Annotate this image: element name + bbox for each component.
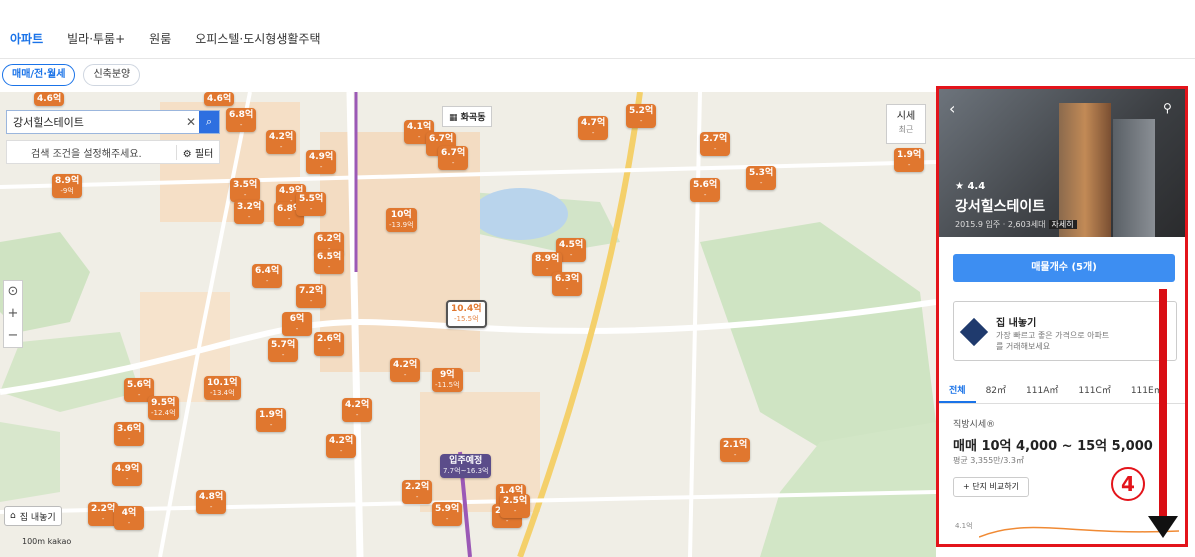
zoom-in-icon[interactable]: +	[8, 303, 19, 325]
search-input[interactable]: 강서힐스테이트	[7, 114, 183, 130]
complex-name: 강서힐스테이트	[955, 199, 1046, 215]
price-pin[interactable]: 5.2억 -	[626, 104, 657, 128]
rating: ★ 4.4	[955, 181, 986, 192]
price-pin[interactable]: 4.6억	[34, 92, 65, 106]
building-image	[1113, 119, 1155, 237]
area-size-tabs: 전체 82㎡ 111A㎡ 111C㎡ 111E㎡	[939, 379, 1185, 404]
price-pin[interactable]: 2.5억 -	[500, 494, 531, 518]
price-pin[interactable]: 4.2억 -	[266, 130, 297, 154]
sell-home-button[interactable]: ⌂ 집 내놓기	[4, 506, 62, 526]
price-pin[interactable]: 5.3억 -	[746, 166, 777, 190]
price-pin[interactable]: 4.6억	[204, 92, 235, 106]
house-icon	[959, 317, 989, 347]
sell-home-card[interactable]: 집 내놓기 가장 빠르고 좋은 가격으로 아파트를 거래해보세요	[953, 301, 1177, 361]
price-pin[interactable]: 7.2억 -	[296, 284, 327, 308]
building-image	[1059, 103, 1111, 237]
price-pin[interactable]: 4.2억 -	[342, 398, 373, 422]
price-pin[interactable]: 5.9억 -	[432, 502, 463, 526]
price-pin[interactable]: 2.6억-	[314, 332, 345, 356]
price-pin[interactable]: 10억 -13.9억	[386, 208, 417, 232]
price-pin[interactable]: 5.5억 -	[296, 192, 327, 216]
back-icon[interactable]: ‹	[949, 99, 955, 118]
map-scale: 100m kakao	[22, 537, 72, 546]
price-header: 직방시세®	[953, 420, 996, 430]
zoom-out-icon[interactable]: −	[8, 325, 19, 347]
tab-officetel[interactable]: 오피스텔·도시형생활주택	[195, 30, 320, 47]
price-pin[interactable]: 5.7억 -	[268, 338, 299, 362]
price-pin[interactable]: 4.7억 -	[578, 116, 609, 140]
price-pin[interactable]: 4.9억 -	[112, 462, 143, 486]
price-pin[interactable]: 3.6억 -	[114, 422, 145, 446]
search-box: 강서힐스테이트 ✕ ⌕	[6, 110, 220, 134]
search-icon[interactable]: ⌕	[199, 111, 219, 133]
price-pin[interactable]: 6.5억 -	[314, 250, 345, 274]
property-type-tabs: 아파트 빌라·투룸+ 원룸 오피스텔·도시형생활주택	[10, 30, 321, 47]
tab-82[interactable]: 82㎡	[976, 379, 1016, 403]
avg-price: 평균 3,355만/3.3㎡	[953, 456, 1024, 465]
price-pin[interactable]: 6.7억-	[438, 146, 469, 170]
price-pin[interactable]: 4.9억 -	[306, 150, 337, 174]
scroll-arrow	[1159, 289, 1167, 521]
chip-sale-rent[interactable]: 매매/전·월세	[2, 64, 76, 86]
price-pin[interactable]: 1.9억 -	[894, 148, 925, 172]
tab-oneroom[interactable]: 원룸	[149, 30, 171, 47]
deal-type-tabs: 매매/전·월세 신축분양	[2, 64, 141, 86]
compare-button[interactable]: + 단지 비교하기	[953, 477, 1029, 497]
tab-111c[interactable]: 111C㎡	[1068, 379, 1120, 403]
complex-meta: 2015.9 입주 · 2,603세대 자세히	[955, 219, 1077, 230]
detail-link[interactable]: 자세히	[1048, 220, 1077, 229]
price-pin[interactable]: 4.8억 -	[196, 490, 227, 514]
price-pin[interactable]: 2.7억 -	[700, 132, 731, 156]
price-pin[interactable]: 2.2억 -	[402, 480, 433, 504]
locate-icon[interactable]: ⊙	[8, 281, 19, 303]
filter-hint: 검색 조건을 설정해주세요.	[31, 148, 142, 160]
map-controls: ⊙ + −	[3, 280, 23, 348]
tab-apartment[interactable]: 아파트	[10, 30, 43, 47]
tab-111a[interactable]: 111A㎡	[1016, 379, 1068, 403]
chart-label: 4.1억	[955, 522, 973, 530]
filter-button[interactable]: ⚙ 필터	[176, 144, 219, 160]
price-pin[interactable]: 6.8억 -	[226, 108, 257, 132]
price-pin[interactable]: 4.2억 -	[390, 358, 421, 382]
complex-photo: ‹ ⚲ ★ 4.4 강서힐스테이트 2015.9 입주 · 2,603세대 자세히	[939, 89, 1185, 237]
filter-bar: 검색 조건을 설정해주세요. ⚙ 필터	[6, 140, 220, 164]
price-pin[interactable]: 6.3억 -	[552, 272, 583, 296]
price-pin[interactable]: 6억 -	[282, 312, 312, 336]
chip-new-sale[interactable]: 신축분양	[83, 64, 141, 86]
sise-toggle[interactable]: 시세 최근	[886, 104, 926, 144]
tab-villa[interactable]: 빌라·투룸+	[67, 30, 125, 47]
tab-all[interactable]: 전체	[939, 379, 976, 403]
price-pin[interactable]: 3.2억 -	[234, 200, 265, 224]
price-pin[interactable]: 10.1억 -13.4억	[204, 376, 241, 400]
sell-title: 집 내놓기	[996, 318, 1037, 329]
area-label[interactable]: ▦ 화곡동	[442, 106, 493, 127]
top-navigation: 아파트 빌라·투룸+ 원룸 오피스텔·도시형생활주택	[0, 0, 1195, 59]
annotation-marker: 4	[1111, 467, 1145, 501]
price-pin[interactable]: 5.6억 -	[690, 178, 721, 202]
sell-desc: 가장 빠르고 좋은 가격으로 아파트를 거래해보세요	[996, 331, 1110, 351]
price-pin[interactable]: 4.2억 -	[326, 434, 357, 458]
price-pin[interactable]: 8.9억 -9억	[52, 174, 83, 198]
price-pin[interactable]: 9.5억 -12.4억	[148, 396, 179, 420]
house-icon: ⌂	[10, 511, 16, 521]
price-range: 매매 10억 4,000 ~ 15억 5,000	[953, 439, 1153, 454]
price-pin-selected[interactable]: 10.4억 -15.5억	[446, 300, 487, 328]
close-icon[interactable]: ✕	[183, 115, 199, 129]
price-pin[interactable]: 9억 -11.5억	[432, 368, 463, 392]
listings-button[interactable]: 매물개수 (5개)	[953, 254, 1175, 282]
price-pin[interactable]: 4억 -	[114, 506, 144, 530]
price-pin[interactable]: 2.1억 -	[720, 438, 751, 462]
price-pin[interactable]: 3.5억 -	[230, 178, 261, 202]
complex-detail-panel: ‹ ⚲ ★ 4.4 강서힐스테이트 2015.9 입주 · 2,603세대 자세히…	[936, 86, 1188, 547]
price-pin-upcoming[interactable]: 입주예정 7.7억~16.3억	[440, 454, 492, 478]
price-pin[interactable]: 1.9억 -	[256, 408, 287, 432]
arrow-head-icon	[1148, 516, 1178, 538]
price-pin[interactable]: 6.4억 -	[252, 264, 283, 288]
share-icon[interactable]: ⚲	[1163, 101, 1172, 115]
